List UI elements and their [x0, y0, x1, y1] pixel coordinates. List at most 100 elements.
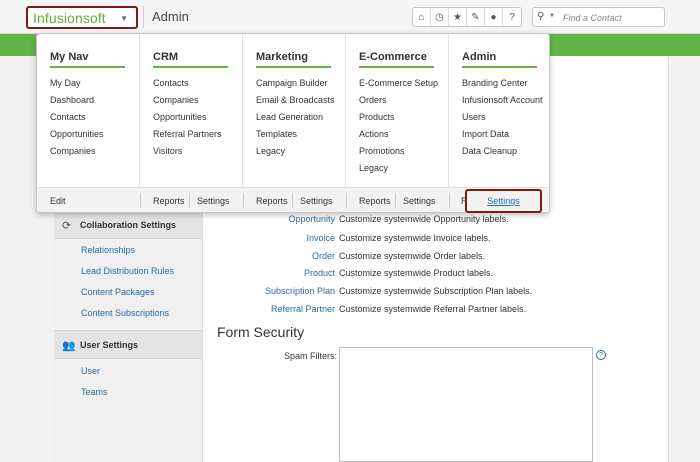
menu-item[interactable]: E-Commerce Setup: [359, 78, 438, 88]
chevron-down-icon[interactable]: ▼: [549, 13, 555, 19]
menu-column-title: My Nav: [50, 51, 89, 63]
sidebar-item-content-packages[interactable]: Content Packages: [81, 287, 155, 297]
sidebar-item-relationships[interactable]: Relationships: [81, 245, 135, 255]
menu-item[interactable]: Infusionsoft Account: [462, 95, 543, 105]
crm-reports-link[interactable]: Reports: [153, 196, 185, 206]
page-title: Admin: [152, 9, 189, 24]
section-label: User Settings: [80, 340, 139, 350]
menu-item[interactable]: Opportunities: [153, 112, 207, 122]
menu-item[interactable]: Contacts: [50, 112, 86, 122]
divider: [140, 193, 141, 208]
label-row: Subscription Plan Customize systemwide S…: [205, 286, 625, 300]
menu-column-marketing: Marketing Campaign Builder Email & Broad…: [243, 34, 346, 187]
label-row: Order Customize systemwide Order labels.: [205, 251, 625, 265]
menu-item[interactable]: Lead Generation: [256, 112, 323, 122]
crm-settings-link[interactable]: Settings: [197, 196, 230, 206]
label-link-referral-partner[interactable]: Referral Partner: [271, 304, 335, 314]
edit-link[interactable]: Edit: [50, 196, 66, 206]
ecommerce-settings-link[interactable]: Settings: [403, 196, 436, 206]
divider: [189, 193, 190, 208]
app-logo: Infusionsoft: [33, 10, 106, 26]
menu-item[interactable]: Legacy: [359, 163, 388, 173]
menu-column-title: Marketing: [256, 51, 308, 63]
menu-item[interactable]: Visitors: [153, 146, 182, 156]
label-description: Customize systemwide Opportunity labels.: [339, 214, 509, 224]
spam-filters-input[interactable]: [339, 347, 593, 462]
person-icon[interactable]: ●: [485, 8, 503, 26]
label-link-subscription-plan[interactable]: Subscription Plan: [265, 286, 335, 296]
menu-item[interactable]: Campaign Builder: [256, 78, 328, 88]
label-link-order[interactable]: Order: [312, 251, 335, 261]
sidebar-item-user[interactable]: User: [81, 366, 100, 376]
menu-item[interactable]: Data Cleanup: [462, 146, 517, 156]
menu-item[interactable]: Dashboard: [50, 95, 94, 105]
star-icon[interactable]: ★: [449, 8, 467, 26]
help-icon[interactable]: ?: [503, 8, 521, 26]
help-icon[interactable]: ?: [596, 350, 606, 360]
menu-column-title: Admin: [462, 51, 497, 63]
label-link-opportunity[interactable]: Opportunity: [288, 214, 335, 224]
divider: [346, 193, 347, 208]
search-icon[interactable]: ⚲: [537, 11, 544, 22]
divider: [449, 193, 450, 208]
collaboration-settings-header: ⟳ Collaboration Settings: [54, 210, 202, 239]
admin-settings-link[interactable]: Settings: [465, 189, 542, 213]
marketing-reports-link[interactable]: Reports: [256, 196, 288, 206]
label-description: Customize systemwide Invoice labels.: [339, 233, 491, 243]
users-icon: 👥: [62, 340, 76, 352]
gear-icon: ⟳: [62, 220, 72, 232]
label-row: Product Customize systemwide Product lab…: [205, 268, 625, 282]
section-label: Collaboration Settings: [80, 220, 177, 230]
menu-item[interactable]: Email & Broadcasts: [256, 95, 335, 105]
menu-item[interactable]: Products: [359, 112, 395, 122]
label-row: Invoice Customize systemwide Invoice lab…: [205, 233, 625, 247]
home-icon[interactable]: ⌂: [413, 8, 431, 26]
menu-item[interactable]: Companies: [50, 146, 96, 156]
label-description: Customize systemwide Product labels.: [339, 268, 494, 278]
menu-column-title: CRM: [153, 51, 179, 63]
sidebar-item-lead-distribution[interactable]: Lead Distribution Rules: [81, 266, 174, 276]
divider: [153, 66, 228, 68]
label-link-invoice[interactable]: Invoice: [306, 233, 335, 243]
menu-item[interactable]: Referral Partners: [153, 129, 222, 139]
sidebar-item-content-subscriptions[interactable]: Content Subscriptions: [81, 308, 169, 318]
menu-column-admin: Admin Branding Center Infusionsoft Accou…: [449, 34, 552, 187]
quick-icons: ⌂ ◷ ★ ✎ ● ?: [412, 7, 522, 27]
menu-item[interactable]: Legacy: [256, 146, 285, 156]
menu-column-crm: CRM Contacts Companies Opportunities Ref…: [140, 34, 243, 187]
menu-item[interactable]: Users: [462, 112, 486, 122]
menu-item[interactable]: Import Data: [462, 129, 509, 139]
menu-column-my-nav: My Nav My Day Dashboard Contacts Opportu…: [37, 34, 140, 187]
label-description: Customize systemwide Subscription Plan l…: [339, 286, 533, 296]
divider: [256, 66, 331, 68]
divider: [243, 193, 244, 208]
settings-label: Settings: [487, 196, 520, 206]
menu-item[interactable]: Branding Center: [462, 78, 528, 88]
menu-item[interactable]: Templates: [256, 129, 297, 139]
label-description: Customize systemwide Referral Partner la…: [339, 304, 527, 314]
marketing-settings-link[interactable]: Settings: [300, 196, 333, 206]
sidebar-item-teams[interactable]: Teams: [81, 387, 108, 397]
menu-item[interactable]: Promotions: [359, 146, 405, 156]
app-menu-button[interactable]: Infusionsoft ▼: [26, 6, 138, 29]
settings-sidebar: ⟳ Collaboration Settings Relationships L…: [54, 205, 203, 462]
divider: [359, 66, 434, 68]
divider: [462, 66, 537, 68]
label-row: Opportunity Customize systemwide Opportu…: [205, 214, 625, 228]
menu-item[interactable]: Companies: [153, 95, 199, 105]
search-input[interactable]: [563, 11, 661, 24]
menu-item[interactable]: Contacts: [153, 78, 189, 88]
form-security-title: Form Security: [217, 324, 305, 340]
clock-icon[interactable]: ◷: [431, 8, 449, 26]
menu-item[interactable]: Actions: [359, 129, 389, 139]
label-link-product[interactable]: Product: [304, 268, 335, 278]
menu-item[interactable]: My Day: [50, 78, 81, 88]
main-nav-dropdown: My Nav My Day Dashboard Contacts Opportu…: [36, 33, 550, 213]
menu-column-title: E-Commerce: [359, 51, 427, 63]
menu-item[interactable]: Opportunities: [50, 129, 104, 139]
label-description: Customize systemwide Order labels.: [339, 251, 486, 261]
ecommerce-reports-link[interactable]: Reports: [359, 196, 391, 206]
divider: [292, 193, 293, 208]
pushpin-icon[interactable]: ✎: [467, 8, 485, 26]
menu-item[interactable]: Orders: [359, 95, 387, 105]
